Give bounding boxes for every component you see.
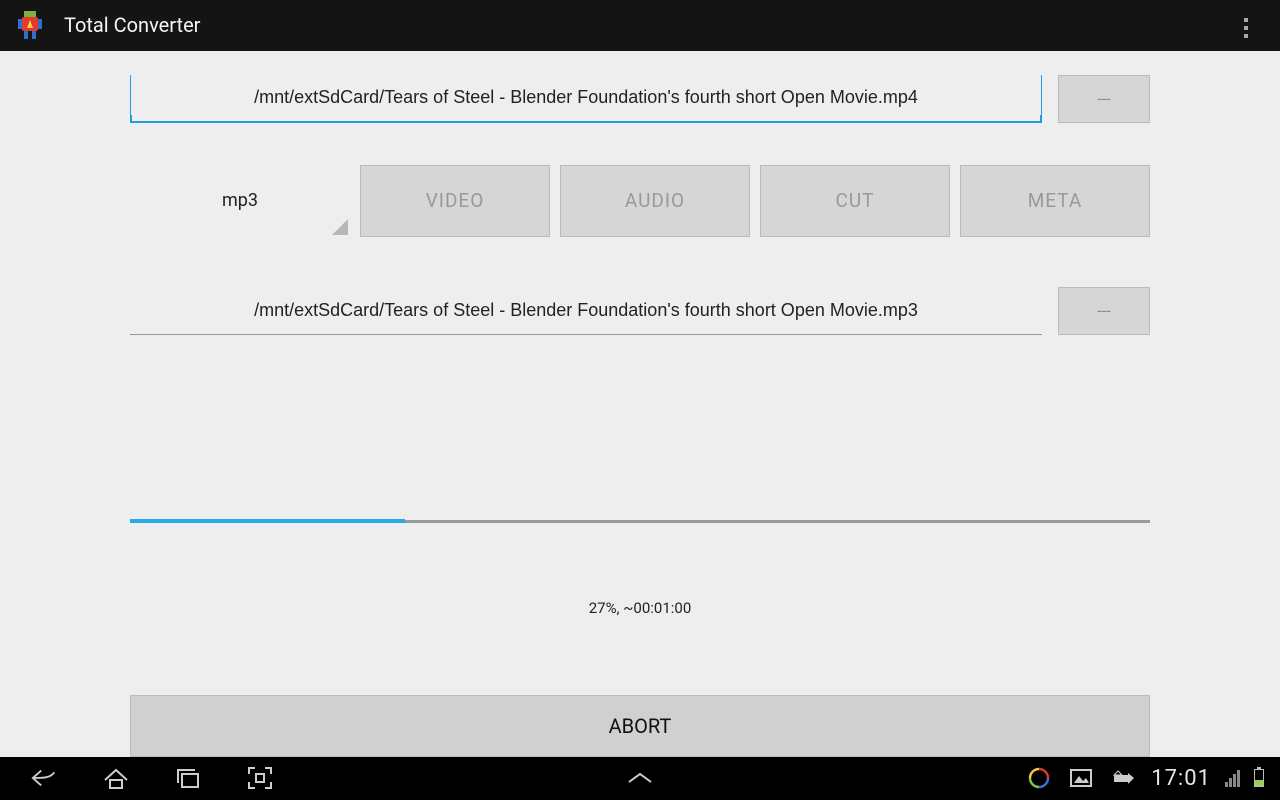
gallery-icon xyxy=(1067,764,1095,792)
signal-icon xyxy=(1225,769,1240,787)
system-nav-bar: 17:01 xyxy=(0,757,1280,800)
status-clock: 17:01 xyxy=(1151,766,1211,791)
app-title: Total Converter xyxy=(64,13,200,37)
options-row: mp3 VIDEO AUDIO CUT META xyxy=(130,165,1150,237)
source-browse-button[interactable]: --- xyxy=(1058,75,1150,123)
recents-button[interactable] xyxy=(174,764,202,792)
source-row: --- xyxy=(130,75,1150,123)
format-selected-label: mp3 xyxy=(222,190,258,211)
destination-row: --- xyxy=(130,287,1150,335)
expand-nav-button[interactable] xyxy=(625,771,655,785)
abort-button[interactable]: ABORT xyxy=(130,695,1150,757)
action-bar: Total Converter xyxy=(0,0,1280,51)
sync-icon xyxy=(1025,764,1053,792)
destination-path-input[interactable] xyxy=(130,287,1042,335)
meta-tab-button[interactable]: META xyxy=(960,165,1150,237)
source-path-input[interactable] xyxy=(130,75,1042,123)
overflow-menu-button[interactable] xyxy=(1226,0,1266,56)
data-sync-icon xyxy=(1109,764,1137,792)
back-button[interactable] xyxy=(30,764,58,792)
progress-fill xyxy=(130,519,405,523)
destination-browse-button[interactable]: --- xyxy=(1058,287,1150,335)
format-spinner[interactable]: mp3 xyxy=(130,165,350,237)
progress-bar xyxy=(130,520,1150,523)
progress-text: 27%, ~00:01:00 xyxy=(130,599,1150,617)
screenshot-button[interactable] xyxy=(246,764,274,792)
audio-tab-button[interactable]: AUDIO xyxy=(560,165,750,237)
dropdown-indicator-icon xyxy=(332,219,348,235)
nav-left-group xyxy=(30,764,274,792)
main-content: --- mp3 VIDEO AUDIO CUT META --- 27%, ~0… xyxy=(0,51,1280,757)
status-tray: 17:01 xyxy=(1025,764,1264,792)
video-tab-button[interactable]: VIDEO xyxy=(360,165,550,237)
source-path-wrap xyxy=(130,75,1042,123)
home-button[interactable] xyxy=(102,764,130,792)
overflow-icon xyxy=(1244,18,1248,38)
app-icon xyxy=(10,5,50,45)
cut-tab-button[interactable]: CUT xyxy=(760,165,950,237)
battery-icon xyxy=(1254,769,1264,787)
